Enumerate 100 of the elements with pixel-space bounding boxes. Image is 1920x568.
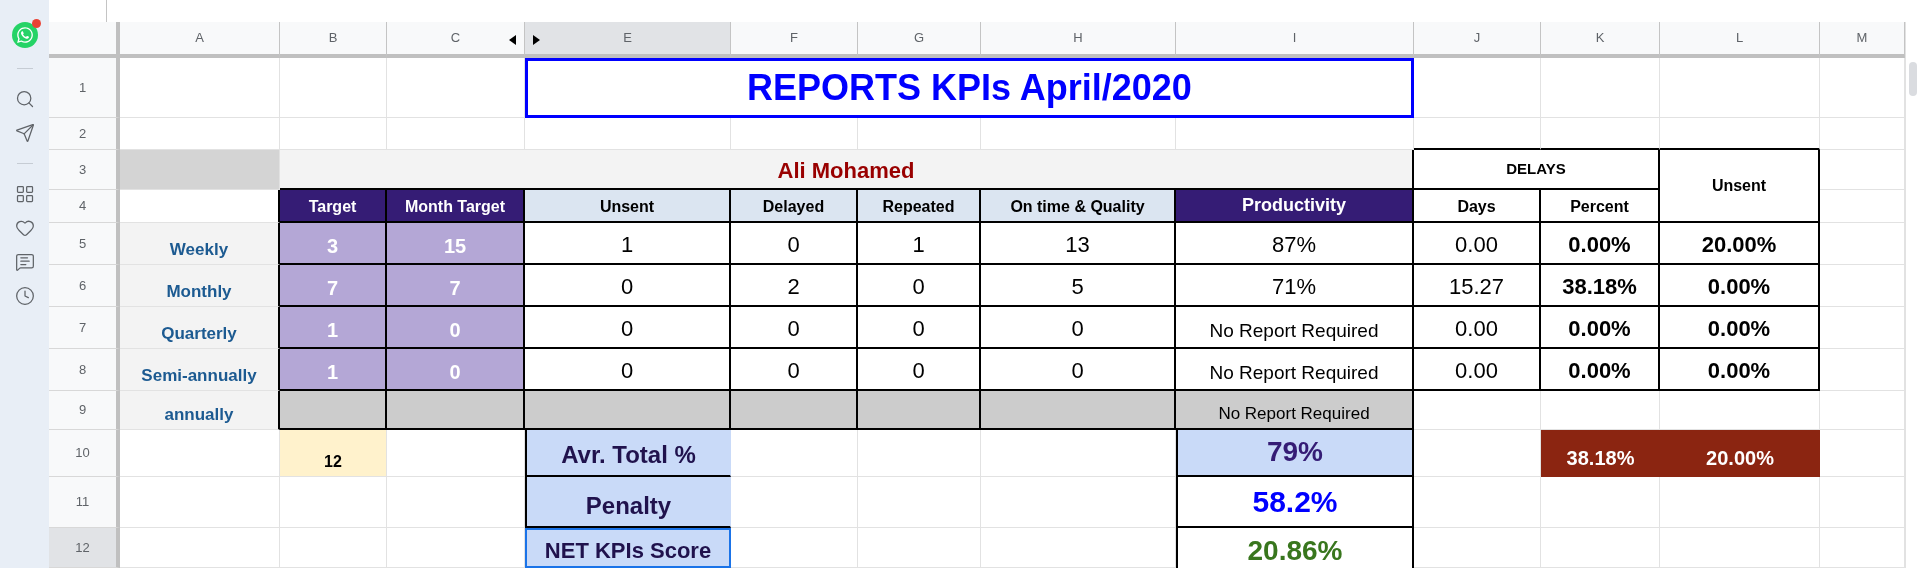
column-header[interactable]: E [525,22,731,58]
table-cell: No Report Required [1176,307,1414,349]
column-header[interactable]: K [1541,22,1660,58]
column-header[interactable]: C [387,22,525,58]
table-header: Productivity [1176,190,1414,223]
column-header[interactable]: J [1414,22,1541,58]
table-cell: 0.00 [1414,307,1541,349]
column-header[interactable]: A [120,22,280,58]
table-cell: 7 [387,265,525,307]
row-header[interactable]: 9 [49,391,120,430]
right-arrow-icon[interactable] [533,35,540,45]
table-header: Days [1414,190,1541,223]
table-cell: 0 [387,307,525,349]
table-cell: 0 [731,223,858,265]
send-icon[interactable] [14,123,35,143]
row-header[interactable]: 2 [49,118,120,150]
table-cell: 87% [1176,223,1414,265]
table-cell: 13 [981,223,1176,265]
table-cell: 0 [731,307,858,349]
table-cell: 12 [280,430,387,477]
row-header[interactable]: 7 [49,307,120,349]
table-header: Percent [1541,190,1660,223]
table-cell: 2 [731,265,858,307]
row-header[interactable]: 4 [49,190,120,223]
row-header[interactable]: 3 [49,150,120,190]
net-score-value: 20.86% [1176,528,1414,568]
column-header[interactable]: F [731,22,858,58]
net-score-label[interactable]: NET KPIs Score [525,528,731,568]
table-cell: 0.00% [1541,349,1660,391]
penalty-label: Penalty [525,477,731,528]
apps-grid-icon[interactable] [14,184,35,204]
notes-icon[interactable] [14,252,35,272]
column-header[interactable]: M [1820,22,1905,58]
row-header[interactable]: 12 [49,528,120,568]
sheet-title: REPORTS KPIs April/2020 [525,58,1414,118]
total-value: 79% [1176,430,1414,477]
table-cell: 15.27 [1414,265,1541,307]
table-header: DELAYS [1414,150,1660,190]
table-cell: 0 [525,349,731,391]
table-cell: 0 [731,349,858,391]
total-label: Avr. Total % [525,430,731,477]
table-cell: 0.00% [1660,349,1820,391]
row-label: annually [120,391,280,430]
table-cell: 5 [981,265,1176,307]
left-arrow-icon[interactable] [509,35,516,45]
table-cell: 0 [981,307,1176,349]
search-icon[interactable] [14,89,35,109]
table-cell: 0.00% [1660,265,1820,307]
column-label: E [623,29,632,48]
table-cell: 7 [280,265,387,307]
column-header[interactable]: B [280,22,387,58]
table-cell: 0 [387,349,525,391]
table-cell: 1 [280,307,387,349]
table-cell: 0 [525,265,731,307]
row-header[interactable]: 10 [49,430,120,477]
table-cell: 38.18% [1541,430,1660,477]
table-cell: 0.00% [1541,307,1660,349]
row-header[interactable]: 1 [49,58,120,118]
table-header: Repeated [858,190,981,223]
chat-app-icon[interactable] [11,22,38,48]
table-header: Unsent [525,190,731,223]
heart-icon[interactable] [14,218,35,238]
row-label: Quarterly [120,307,280,349]
table-cell: 15 [387,223,525,265]
table-cell: 0 [858,307,981,349]
corner-cell[interactable] [49,22,120,58]
table-cell: 20.00% [1660,223,1820,265]
table-header: Unsent [1660,150,1820,223]
row-label: Monthly [120,265,280,307]
table-cell: 71% [1176,265,1414,307]
table-cell: 1 [525,223,731,265]
table-cell: 0 [858,265,981,307]
penalty-value: 58.2% [1176,477,1414,528]
table-header: On time & Quality [981,190,1176,223]
table-cell: 0 [858,349,981,391]
clock-icon[interactable] [14,286,35,306]
table-cell: No Report Required [1176,349,1414,391]
table-cell: 1 [858,223,981,265]
scrollbar-thumb[interactable] [1909,62,1917,96]
table-header: Delayed [731,190,858,223]
table-cell: 0 [525,307,731,349]
table-cell: 20.00% [1660,430,1820,477]
column-header[interactable]: H [981,22,1176,58]
row-header[interactable]: 8 [49,349,120,391]
row-header[interactable]: 11 [49,477,120,528]
column-label: C [450,29,461,48]
row-label: Weekly [120,223,280,265]
column-header[interactable]: G [858,22,981,58]
row-header[interactable]: 6 [49,265,120,307]
table-cell: No Report Required [1176,391,1414,430]
table-cell: 0.00 [1414,349,1541,391]
table-cell: 0.00% [1660,307,1820,349]
table-cell: 3 [280,223,387,265]
table-header: Month Target [387,190,525,223]
column-header[interactable]: I [1176,22,1414,58]
row-label: Semi-annually [120,349,280,391]
table-cell: 0 [981,349,1176,391]
table-cell: 1 [280,349,387,391]
column-header[interactable]: L [1660,22,1820,58]
row-header[interactable]: 5 [49,223,120,265]
